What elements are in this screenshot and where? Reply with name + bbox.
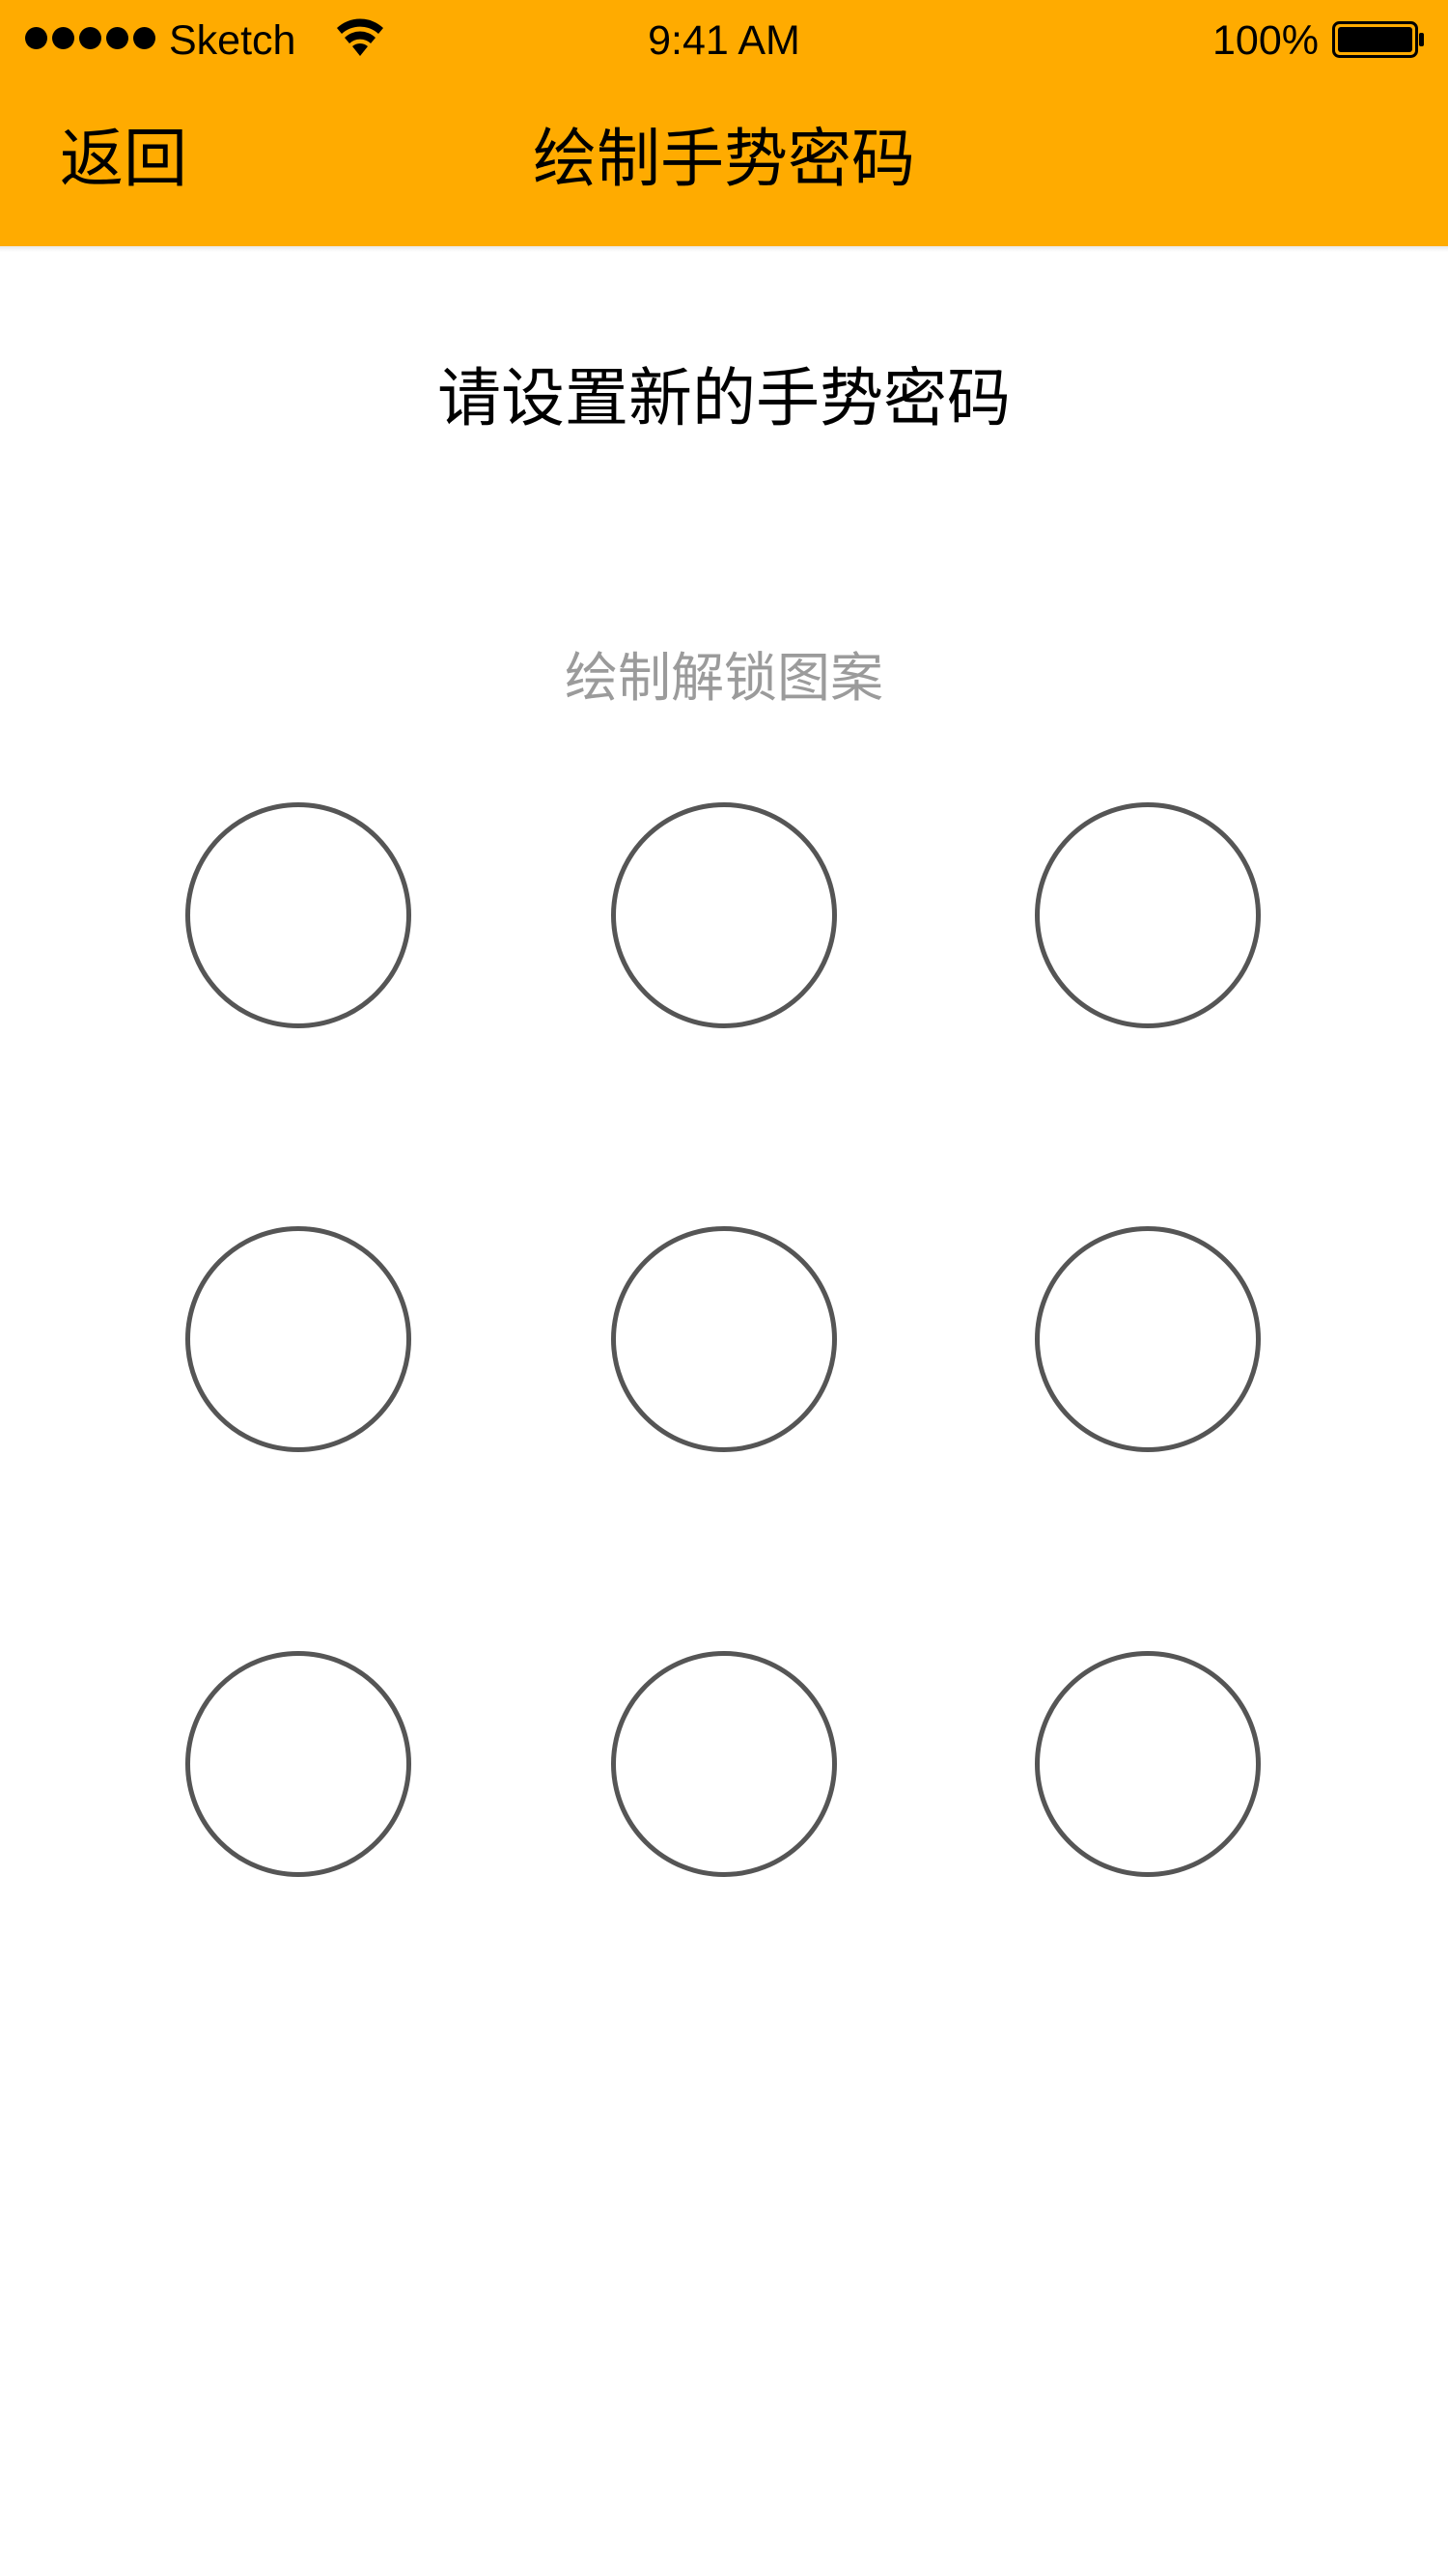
battery-percent: 100% xyxy=(1212,17,1319,64)
pattern-dot-9[interactable] xyxy=(1035,1651,1261,1877)
status-bar: Sketch 9:41 AM 100% xyxy=(0,0,1448,77)
pattern-dot-2[interactable] xyxy=(611,802,837,1028)
navbar-divider xyxy=(0,246,1448,252)
pattern-hint: 绘制解锁图案 xyxy=(564,647,883,709)
instruction-text: 请设置新的手势密码 xyxy=(437,361,1011,435)
pattern-dot-8[interactable] xyxy=(611,1651,837,1877)
pattern-dot-6[interactable] xyxy=(1035,1226,1261,1452)
header-bar: Sketch 9:41 AM 100% 返回 绘制手势密码 xyxy=(0,0,1448,246)
pattern-dot-5[interactable] xyxy=(611,1226,837,1452)
pattern-dot-7[interactable] xyxy=(185,1651,411,1877)
pattern-dot-3[interactable] xyxy=(1035,802,1261,1028)
pattern-dot-4[interactable] xyxy=(185,1226,411,1452)
pattern-dot-1[interactable] xyxy=(185,802,411,1028)
page-title: 绘制手势密码 xyxy=(533,122,915,196)
gesture-password-screen: Sketch 9:41 AM 100% 返回 绘制手势密码 请设置新的手势密码 … xyxy=(0,0,1448,2576)
back-button[interactable]: 返回 xyxy=(60,116,187,203)
navigation-bar: 返回 绘制手势密码 xyxy=(0,77,1448,246)
battery-full-icon xyxy=(1332,21,1424,58)
